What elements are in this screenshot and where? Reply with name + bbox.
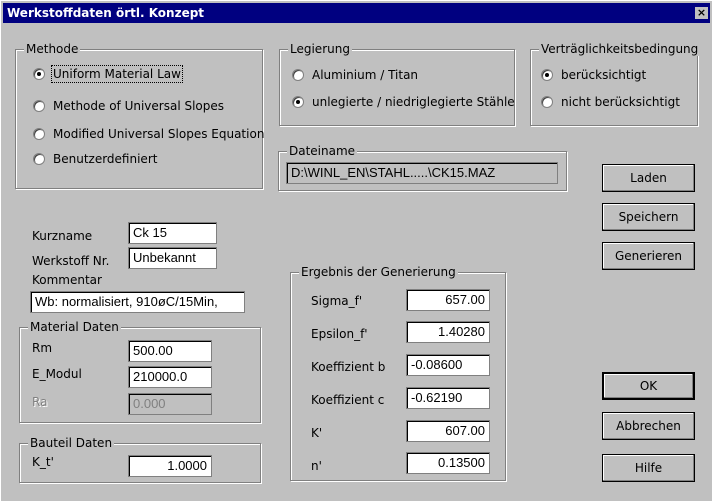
laden-button[interactable]: Laden <box>602 164 695 192</box>
ergebnis-label-n: n' <box>311 459 322 473</box>
radio-button-icon <box>33 100 45 112</box>
legierung-legend: Legierung <box>288 42 352 56</box>
radio-methode-universal-slopes[interactable]: Methode of Universal Slopes <box>33 99 224 113</box>
radio-methode-uniform[interactable]: Uniform Material Law <box>33 65 183 83</box>
radio-vertraeglichkeit-nein[interactable]: nicht berücksichtigt <box>541 95 680 109</box>
kurzname-label: Kurzname <box>32 229 93 243</box>
hilfe-button[interactable]: Hilfe <box>602 454 695 482</box>
kommentar-label: Kommentar <box>32 273 102 287</box>
vertraeglichkeit-group: Verträglichkeitsbedingung <box>530 42 701 126</box>
radio-label: Aluminium / Titan <box>312 68 419 82</box>
legierung-group: Legierung <box>279 42 515 126</box>
rm-input[interactable]: 500.00 <box>128 340 212 362</box>
ergebnis-n-field[interactable]: 0.13500 <box>406 452 490 474</box>
material-legend: Material Daten <box>28 320 121 334</box>
radio-button-icon <box>541 96 553 108</box>
radio-label: berücksichtigt <box>561 68 647 82</box>
radio-button-icon <box>33 68 45 80</box>
emodul-label: E_Modul <box>32 367 82 381</box>
radio-methode-modified-universal-slopes[interactable]: Modified Universal Slopes Equation <box>33 127 264 141</box>
generieren-button[interactable]: Generieren <box>602 242 695 270</box>
dateiname-legend: Dateiname <box>287 144 358 158</box>
emodul-input[interactable]: 210000.0 <box>128 366 212 388</box>
ok-button[interactable]: OK <box>602 372 695 400</box>
radio-vertraeglichkeit-ja[interactable]: berücksichtigt <box>541 68 646 82</box>
ergebnis-sigma-field[interactable]: 657.00 <box>406 289 490 311</box>
radio-label: Uniform Material Law <box>51 65 183 83</box>
ergebnis-label-epsilon: Epsilon_f' <box>311 327 368 341</box>
kommentar-input[interactable]: Wb: normalisiert, 910øC/15Min, <box>30 291 245 313</box>
radio-button-icon <box>33 128 45 140</box>
ergebnis-label-koeff-c: Koeffizient c <box>311 393 385 407</box>
dateiname-field[interactable]: D:\WINL_EN\STAHL.....\CK15.MAZ <box>286 162 558 184</box>
abbrechen-button[interactable]: Abbrechen <box>602 412 695 440</box>
ra-input: 0.000 <box>128 393 212 415</box>
dialog-window: Werkstoffdaten örtl. Konzept × Methode U… <box>0 0 713 502</box>
radio-label: Benutzerdefiniert <box>53 152 158 166</box>
ergebnis-k-field[interactable]: 607.00 <box>406 420 490 442</box>
bauteil-legend: Bauteil Daten <box>28 436 115 450</box>
radio-label: unlegierte / niedriglegierte Stähle <box>312 95 515 109</box>
radio-label: Methode of Universal Slopes <box>53 99 225 113</box>
title-bar[interactable]: Werkstoffdaten örtl. Konzept × <box>3 3 710 23</box>
vertraeglichkeit-legend: Verträglichkeitsbedingung <box>539 42 701 56</box>
kurzname-input[interactable]: Ck 15 <box>128 222 217 244</box>
radio-button-icon <box>292 96 304 108</box>
kt-input[interactable]: 1.0000 <box>128 455 212 477</box>
radio-legierung-aluminium[interactable]: Aluminium / Titan <box>292 68 418 82</box>
ergebnis-label-k: K' <box>311 426 323 440</box>
radio-button-icon <box>33 153 45 165</box>
radio-button-icon <box>541 69 553 81</box>
ergebnis-koeff-c-field[interactable]: -0.62190 <box>406 387 490 409</box>
methode-legend: Methode <box>24 42 81 56</box>
werkstoff-label: Werkstoff Nr. <box>32 254 110 268</box>
ergebnis-legend: Ergebnis der Generierung <box>299 265 458 279</box>
radio-methode-benutzerdefiniert[interactable]: Benutzerdefiniert <box>33 152 157 166</box>
radio-label: nicht berücksichtigt <box>561 95 680 109</box>
radio-label: Modified Universal Slopes Equation <box>53 127 265 141</box>
radio-button-icon <box>292 69 304 81</box>
window-title: Werkstoffdaten örtl. Konzept <box>7 6 205 20</box>
werkstoff-input[interactable]: Unbekannt <box>128 247 217 269</box>
ergebnis-label-sigma: Sigma_f' <box>311 294 363 308</box>
ergebnis-koeff-b-field[interactable]: -0.08600 <box>406 354 490 376</box>
rm-label: Rm <box>32 341 53 355</box>
close-icon[interactable]: × <box>695 7 708 19</box>
ergebnis-epsilon-field[interactable]: 1.40280 <box>406 321 490 343</box>
ergebnis-label-koeff-b: Koeffizient b <box>311 360 386 374</box>
kt-label: K_t' <box>32 455 54 469</box>
radio-legierung-stahl[interactable]: unlegierte / niedriglegierte Stähle <box>292 95 515 109</box>
ra-label: Ra <box>32 395 48 409</box>
speichern-button[interactable]: Speichern <box>602 203 695 231</box>
